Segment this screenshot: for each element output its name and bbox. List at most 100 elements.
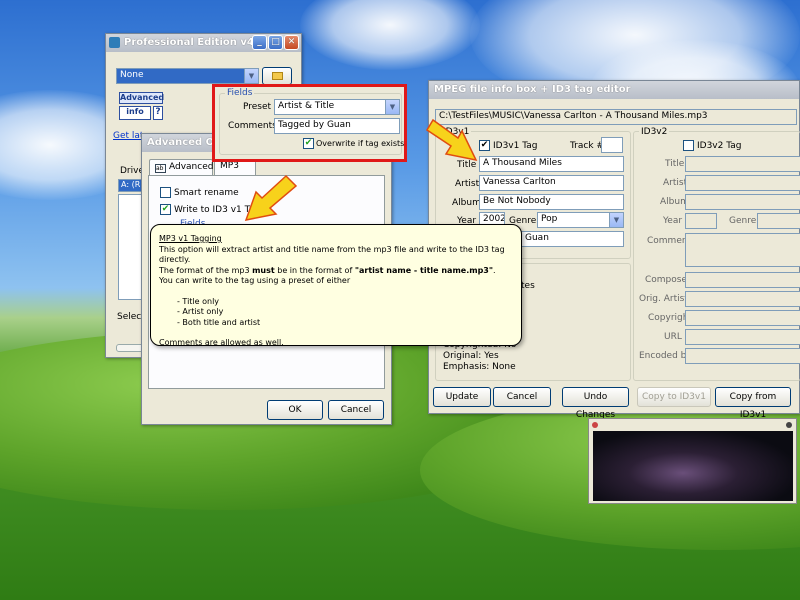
album-input-value: Be Not Nobody — [483, 196, 551, 206]
tooltip-line3: You can write to the tag using a preset … — [159, 276, 351, 285]
v2-comment-input[interactable] — [685, 233, 800, 267]
video-frame — [593, 431, 793, 501]
tooltip-line2-end: . — [493, 265, 496, 275]
id3v2-tag-label: ID3v2 Tag — [697, 141, 742, 151]
v2-year-label: Year — [663, 216, 683, 226]
encoded-by-input[interactable] — [685, 348, 800, 364]
composer-input[interactable] — [685, 272, 800, 288]
help-button-label: ? — [155, 107, 161, 117]
preset-select-value: None — [120, 70, 144, 80]
help-button[interactable]: ? — [153, 106, 163, 120]
track-input[interactable] — [601, 137, 623, 153]
v2-artist-label: Artist — [663, 178, 688, 188]
copy-to-id3v1-label: Copy to ID3v1 — [642, 392, 706, 402]
update-button[interactable]: Update — [433, 387, 491, 407]
minimize-icon[interactable]: _ — [252, 35, 267, 50]
tooltip-line4: Comments are allowed as well. — [159, 338, 284, 347]
info-button[interactable]: info — [119, 106, 151, 120]
genre-select[interactable]: Pop ▼ — [537, 212, 624, 228]
update-button-label: Update — [445, 392, 479, 402]
tooltip-heading: MP3 v1 Tagging — [159, 234, 222, 243]
year-input-value: 2002 — [483, 214, 505, 224]
album-label: Album — [452, 198, 481, 208]
fields-group-label: Fields — [225, 88, 255, 98]
genre-select-value: Pop — [541, 214, 558, 224]
tab-advanced[interactable]: ab Advanced — [149, 159, 213, 176]
cloud — [300, 0, 480, 70]
id3v2-group-label: ID3v2 — [639, 127, 670, 137]
chevron-down-icon: ▼ — [244, 69, 258, 83]
url-input[interactable] — [685, 329, 800, 345]
orig-artist-input[interactable] — [685, 291, 800, 307]
id3v1-group-label: ID3v1 — [441, 127, 472, 137]
encoded-by-label: Encoded by — [639, 351, 692, 361]
title-input[interactable]: A Thousand Miles — [479, 156, 624, 172]
url-label: URL — [664, 332, 682, 342]
v2-artist-input[interactable] — [685, 175, 800, 191]
overwrite-label: Overwrite if tag exists — [316, 139, 405, 148]
callout-preset-select[interactable]: Artist & Title ▼ — [274, 99, 400, 115]
ok-button-label: OK — [288, 405, 302, 415]
undo-changes-button[interactable]: Undo Changes — [562, 387, 629, 420]
tooltip-line1: This option will extract artist and titl… — [159, 244, 505, 265]
tooltip-line2: The format of the mp3 must be in the for… — [159, 266, 513, 277]
app-icon — [109, 37, 120, 48]
copy-from-id3v1-button[interactable]: Copy from ID3v1 — [715, 387, 791, 420]
callout-preset-value: Artist & Title — [278, 101, 335, 111]
copyright-input[interactable] — [685, 310, 800, 326]
callout-comments-input[interactable]: Tagged by Guan — [274, 118, 400, 134]
id3v2-tag-checkbox[interactable] — [683, 140, 694, 151]
folder-icon — [271, 72, 283, 80]
emphasis-text: Emphasis: None — [443, 362, 516, 372]
overwrite-checkbox[interactable]: ✔ — [303, 138, 314, 149]
preset-select[interactable]: None ▼ — [116, 68, 259, 84]
v2-year-input[interactable] — [685, 213, 717, 229]
ok-button[interactable]: OK — [267, 400, 323, 420]
tab-advanced-label: Advanced — [169, 162, 214, 172]
pro-window-title: Professional Edition v4.0 — [124, 37, 265, 48]
drive-select-value: A: (R — [121, 180, 141, 189]
write-id3-label: Write to ID3 v1 Tag — [174, 205, 260, 215]
title-input-value: A Thousand Miles — [483, 158, 562, 168]
artist-input-value: Vanessa Carlton — [483, 177, 556, 187]
write-id3-checkbox[interactable]: ✔ — [160, 204, 171, 215]
pro-titlebar[interactable]: Professional Edition v4.0 _ □ ✕ — [106, 34, 301, 52]
advanced-button[interactable]: Advanced — [119, 92, 165, 104]
v2-title-input[interactable] — [685, 156, 800, 172]
smart-rename-checkbox[interactable] — [160, 187, 171, 198]
track-label: Track # — [570, 141, 604, 151]
album-input[interactable]: Be Not Nobody — [479, 194, 624, 210]
v2-title-label: Title — [665, 159, 685, 169]
id3v1-tag-checkbox[interactable]: ✔ — [479, 140, 490, 151]
mp3-tagging-tooltip: MP3 v1 Tagging This option will extract … — [150, 224, 522, 347]
close-icon[interactable]: ✕ — [284, 35, 299, 50]
callout-comments-value: Tagged by Guan — [278, 120, 351, 130]
info-partial-text: tes — [521, 281, 535, 291]
cancel-button-label: Cancel — [340, 405, 372, 415]
folder-button[interactable] — [262, 67, 292, 85]
v2-genre-input[interactable] — [757, 213, 800, 229]
v2-album-input[interactable] — [685, 194, 800, 210]
maximize-icon[interactable]: □ — [268, 35, 283, 50]
tooltip-line2-mid: be in the format of — [274, 265, 355, 275]
undo-changes-button-label: Undo Changes — [575, 392, 616, 420]
artist-input[interactable]: Vanessa Carlton — [479, 175, 624, 191]
mpeg-titlebar[interactable]: MPEG file info box + ID3 tag editor — [429, 81, 799, 99]
advanced-tab-icon: ab — [155, 164, 166, 173]
tooltip-option: - Artist only — [177, 307, 224, 316]
callout-comments-label: Comments — [228, 121, 277, 131]
mpeg-cancel-button[interactable]: Cancel — [493, 387, 551, 407]
artist-label: Artist — [455, 179, 480, 189]
video-preview-window — [588, 418, 797, 504]
cancel-button[interactable]: Cancel — [328, 400, 384, 420]
composer-label: Composer — [645, 275, 691, 285]
video-close-dot[interactable] — [786, 422, 792, 428]
advanced-button-label: Advanced — [120, 93, 165, 102]
mpeg-window-title: MPEG file info box + ID3 tag editor — [434, 84, 631, 95]
tooltip-line2-pre: The format of the mp3 — [159, 265, 253, 275]
title-label: Title — [457, 160, 477, 170]
id3v1-tag-label: ID3v1 Tag — [493, 141, 538, 151]
orig-artist-label: Orig. Artist — [639, 294, 688, 304]
copy-to-id3v1-button[interactable]: Copy to ID3v1 — [637, 387, 711, 407]
file-path-text: C:\TestFiles\MUSIC\Vanessa Carlton - A T… — [439, 111, 708, 121]
